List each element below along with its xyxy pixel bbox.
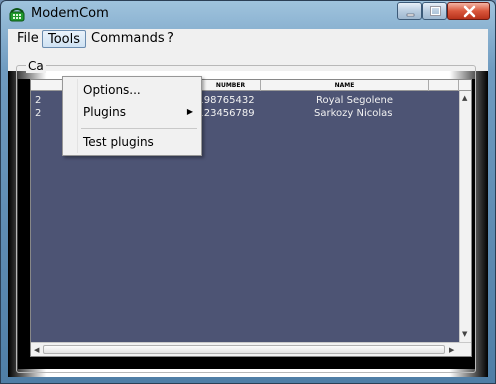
minimize-icon	[406, 13, 415, 17]
date-cell: 2	[35, 95, 42, 106]
menu-help[interactable]: ?	[162, 30, 179, 48]
menu-item-label: Test plugins	[83, 135, 154, 149]
maximize-icon	[430, 6, 441, 16]
scroll-right-arrow-icon[interactable]: ▶	[449, 345, 454, 355]
date-cell: 2	[35, 108, 42, 119]
name-cell: Sarkozy Nicolas	[314, 108, 393, 119]
close-button[interactable]	[447, 2, 490, 20]
scroll-up-arrow-icon[interactable]: ▲	[462, 93, 467, 103]
close-icon	[463, 5, 476, 18]
menu-tools[interactable]: Tools	[42, 30, 87, 48]
name-cell: Royal Segolene	[316, 95, 394, 106]
menu-commands[interactable]: Commands	[86, 30, 170, 48]
horizontal-scrollbar[interactable]: ◀ ▶	[31, 342, 471, 356]
menu-separator	[81, 128, 197, 129]
menu-item-plugins[interactable]: Plugins ▶	[65, 101, 199, 123]
column-header-number[interactable]: NUMBER	[201, 80, 261, 91]
maximize-button[interactable]	[422, 2, 447, 20]
window-title: ModemCom	[31, 6, 109, 21]
column-header-extra[interactable]	[429, 80, 459, 91]
title-bar[interactable]: ModemCom	[1, 1, 495, 28]
phone-icon	[9, 8, 25, 22]
menu-item-label: Plugins	[83, 105, 126, 119]
menu-file[interactable]: File	[12, 30, 44, 48]
group-box-label: Ca	[26, 59, 46, 73]
horizontal-scroll-thumb[interactable]	[43, 345, 445, 354]
column-header-name[interactable]: NAME	[261, 80, 429, 91]
client-area: File Tools Commands ? Ca NUMBER NAME 2 0…	[8, 29, 488, 377]
scroll-down-arrow-icon[interactable]: ▼	[462, 329, 467, 339]
menu-item-label: Options...	[83, 83, 141, 97]
menu-item-options[interactable]: Options...	[65, 79, 199, 101]
scroll-left-arrow-icon[interactable]: ◀	[34, 345, 39, 355]
menu-bar: File Tools Commands ?	[8, 29, 488, 49]
vertical-scrollbar[interactable]: ▲ ▼	[459, 91, 471, 342]
menu-item-test-plugins[interactable]: Test plugins	[65, 131, 199, 153]
submenu-arrow-icon: ▶	[186, 107, 193, 116]
tools-dropdown-menu: Options... Plugins ▶ Test plugins	[62, 76, 202, 156]
minimize-button[interactable]	[397, 2, 422, 20]
app-window: ModemCom File Tools Commands ? Ca NUMBER…	[0, 0, 496, 384]
